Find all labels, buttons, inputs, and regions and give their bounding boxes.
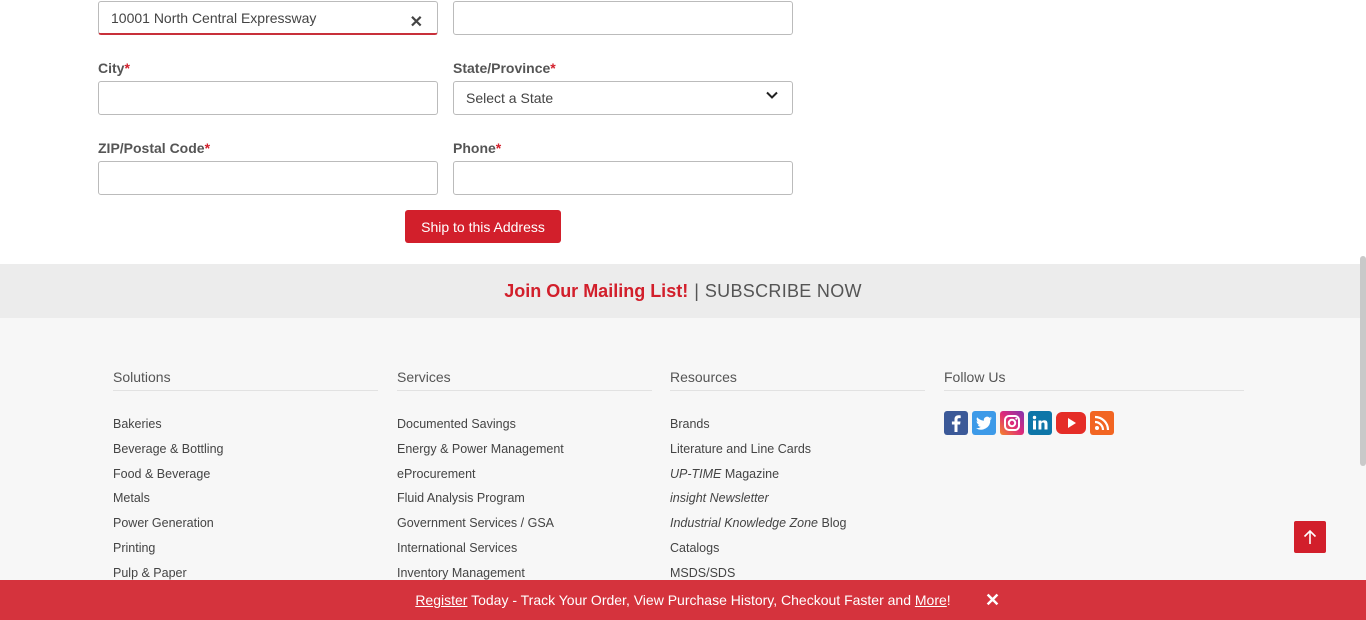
site-footer: Solutions Bakeries Beverage & Bottling Foo… (0, 318, 1366, 620)
zip-input[interactable] (98, 161, 438, 195)
phone-input[interactable] (453, 161, 793, 195)
zip-label: ZIP/Postal Code* (98, 140, 210, 156)
resources-link-text: Brands (670, 417, 710, 431)
register-banner-end: ! (946, 592, 951, 608)
city-label: City* (98, 60, 130, 76)
address-line1-value: 10001 North Central Expressway (111, 10, 317, 26)
city-input[interactable] (98, 81, 438, 115)
register-banner: Register Today - Track Your Order, View … (0, 580, 1366, 620)
chevron-down-icon (766, 91, 778, 99)
footer-resources-list: Brands Literature and Line Cards UP-TIME M… (670, 417, 925, 591)
scrollbar-thumb[interactable] (1360, 256, 1366, 466)
join-mailing-list-link[interactable]: Join Our Mailing List! (504, 281, 688, 301)
footer-solutions-column: Solutions Bakeries Beverage & Bottling Foo… (113, 369, 378, 591)
resources-link-text: MSDS/SDS (670, 565, 736, 580)
instagram-icon[interactable] (1000, 411, 1024, 435)
footer-follow-title: Follow Us (944, 369, 1244, 391)
state-select[interactable]: Select a State (453, 81, 793, 115)
footer-solutions-title: Solutions (113, 369, 378, 391)
mailing-separator: | (694, 281, 699, 301)
services-link[interactable]: Government Services / GSA (397, 516, 652, 541)
register-link[interactable]: Register (415, 592, 467, 608)
services-link[interactable]: International Services (397, 541, 652, 566)
resources-link-text: Magazine (721, 466, 780, 481)
state-label-text: State/Province (453, 60, 551, 76)
footer-resources-column: Resources Brands Literature and Line Card… (670, 369, 925, 591)
scroll-to-top-button[interactable] (1294, 521, 1326, 553)
solutions-link[interactable]: Metals (113, 491, 378, 516)
close-icon[interactable]: ✕ (985, 580, 1000, 620)
resources-link[interactable]: UP-TIME Magazine (670, 467, 925, 492)
phone-label: Phone* (453, 140, 501, 156)
services-link[interactable]: Fluid Analysis Program (397, 491, 652, 516)
services-link[interactable]: Documented Savings (397, 417, 652, 442)
state-selected-value: Select a State (466, 90, 554, 106)
resources-link[interactable]: Industrial Knowledge Zone Blog (670, 516, 925, 541)
resources-link-italic: insight Newsletter (670, 491, 769, 506)
footer-services-title: Services (397, 369, 652, 391)
more-link[interactable]: More (915, 592, 947, 608)
subscribe-now-link[interactable]: SUBSCRIBE NOW (705, 281, 862, 301)
ship-to-address-button[interactable]: Ship to this Address (405, 210, 561, 243)
required-mark: * (495, 140, 502, 156)
youtube-icon[interactable] (1056, 411, 1086, 435)
city-label-text: City (98, 60, 125, 76)
twitter-icon[interactable] (972, 411, 996, 435)
solutions-link[interactable]: Power Generation (113, 516, 378, 541)
resources-link-text: Literature and Line Cards (670, 441, 812, 456)
footer-services-list: Documented Savings Energy & Power Managem… (397, 417, 652, 591)
required-mark: * (124, 60, 130, 76)
mailing-list-banner: Join Our Mailing List! | SUBSCRIBE NOW (0, 264, 1366, 318)
solutions-link[interactable]: Food & Beverage (113, 467, 378, 492)
footer-solutions-list: Bakeries Beverage & Bottling Food & Bevera… (113, 417, 378, 591)
resources-link-italic: UP-TIME (670, 466, 722, 481)
state-label: State/Province* (453, 60, 556, 76)
rss-icon[interactable] (1090, 411, 1114, 435)
resources-link[interactable]: Brands (670, 417, 925, 442)
services-link[interactable]: eProcurement (397, 467, 652, 492)
linkedin-icon[interactable] (1028, 411, 1052, 435)
zip-label-text: ZIP/Postal Code (98, 140, 205, 156)
footer-follow-column: Follow Us (944, 369, 1244, 391)
resources-link-italic: Industrial Knowledge Zone (670, 516, 819, 531)
resources-link-text: Catalogs (670, 540, 720, 555)
phone-label-text: Phone (453, 140, 496, 156)
facebook-icon[interactable] (944, 411, 968, 435)
resources-link-text: Blog (818, 516, 847, 531)
footer-resources-title: Resources (670, 369, 925, 391)
arrow-up-icon (1303, 529, 1317, 544)
solutions-link[interactable]: Printing (113, 541, 378, 566)
register-banner-text: Today - Track Your Order, View Purchase … (467, 592, 915, 608)
solutions-link[interactable]: Bakeries (113, 417, 378, 442)
required-mark: * (204, 140, 211, 156)
social-icons (944, 411, 1114, 435)
resources-link[interactable]: Literature and Line Cards (670, 442, 925, 467)
resources-link[interactable]: insight Newsletter (670, 491, 925, 516)
clear-address-icon[interactable]: ✕ (410, 7, 423, 39)
footer-services-column: Services Documented Savings Energy & Powe… (397, 369, 652, 591)
address-line2-input[interactable] (453, 1, 793, 35)
shipping-address-form: 10001 North Central Expressway ✕ City* S… (0, 0, 1366, 264)
services-link[interactable]: Energy & Power Management (397, 442, 652, 467)
required-mark: * (550, 60, 556, 76)
resources-link[interactable]: Catalogs (670, 541, 925, 566)
address-line1-input[interactable]: 10001 North Central Expressway ✕ (98, 1, 438, 35)
solutions-link[interactable]: Beverage & Bottling (113, 442, 378, 467)
